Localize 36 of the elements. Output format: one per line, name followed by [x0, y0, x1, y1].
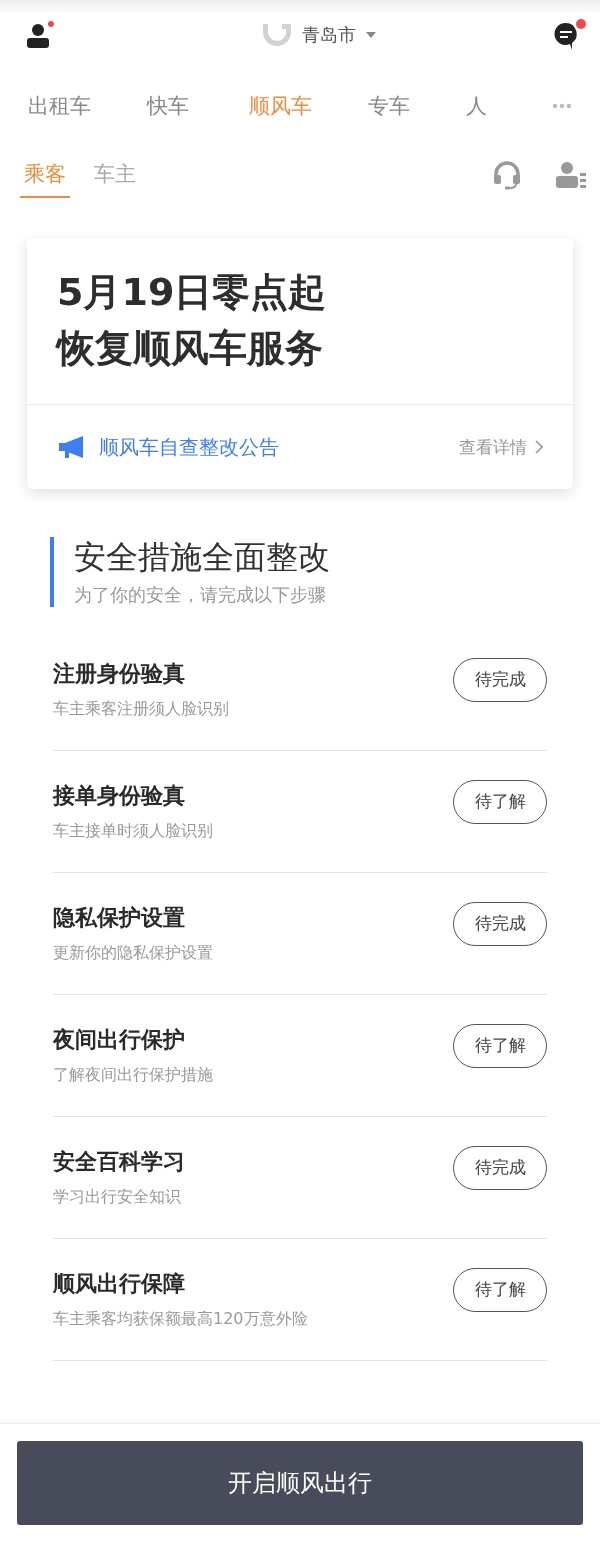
service-tab[interactable]: 出租车: [28, 92, 91, 120]
role-tab[interactable]: 乘客: [20, 152, 70, 198]
step-title: 隐私保护设置: [53, 904, 186, 932]
service-tab[interactable]: 快车: [147, 92, 189, 120]
section-title: 安全措施全面整改: [74, 537, 330, 577]
headline-text: 恢复顺风车服务: [57, 325, 324, 372]
step-description: 车主乘客注册须人脸识别: [53, 699, 230, 720]
step-title: 注册身份验真: [53, 660, 186, 688]
details-link[interactable]: 查看详情: [459, 435, 543, 459]
step-title: 安全百科学习: [53, 1148, 186, 1176]
dropdown-caret-icon: [366, 32, 376, 38]
step-description: 车主乘客均获保额最高120万意外险: [53, 1309, 309, 1330]
step-title: 夜间出行保护: [53, 1026, 186, 1054]
step-description: 了解夜间出行保护措施: [53, 1065, 214, 1086]
service-tab[interactable]: 人: [466, 92, 487, 120]
role-tab[interactable]: 车主: [90, 152, 140, 198]
logo-icon: [260, 22, 294, 48]
service-tab[interactable]: 专车: [368, 92, 410, 120]
step-title: 接单身份验真: [53, 782, 186, 810]
service-tab[interactable]: 顺风车: [249, 92, 312, 120]
megaphone-icon: [57, 435, 85, 459]
step-title: 顺风出行保障: [53, 1270, 186, 1298]
step-description: 更新你的隐私保护设置: [53, 943, 214, 964]
start-ride-button[interactable]: 开启顺风出行: [17, 1441, 583, 1525]
headset-icon[interactable]: [492, 160, 522, 190]
message-icon[interactable]: [552, 19, 586, 51]
section-subtitle: 为了你的安全，请完成以下步骤: [74, 583, 327, 607]
city-selector[interactable]: 青岛市: [302, 23, 376, 47]
more-icon[interactable]: [552, 103, 572, 109]
step-description: 学习出行安全知识: [53, 1187, 182, 1208]
profile-icon[interactable]: [26, 21, 54, 49]
headline-text: 5月19日零点起: [57, 269, 328, 316]
chevron-right-icon: [535, 440, 543, 454]
step-description: 车主接单时须人脸识别: [53, 821, 214, 842]
user-list-icon[interactable]: [556, 161, 586, 189]
notice-link[interactable]: 顺风车自查整改公告: [99, 433, 445, 461]
